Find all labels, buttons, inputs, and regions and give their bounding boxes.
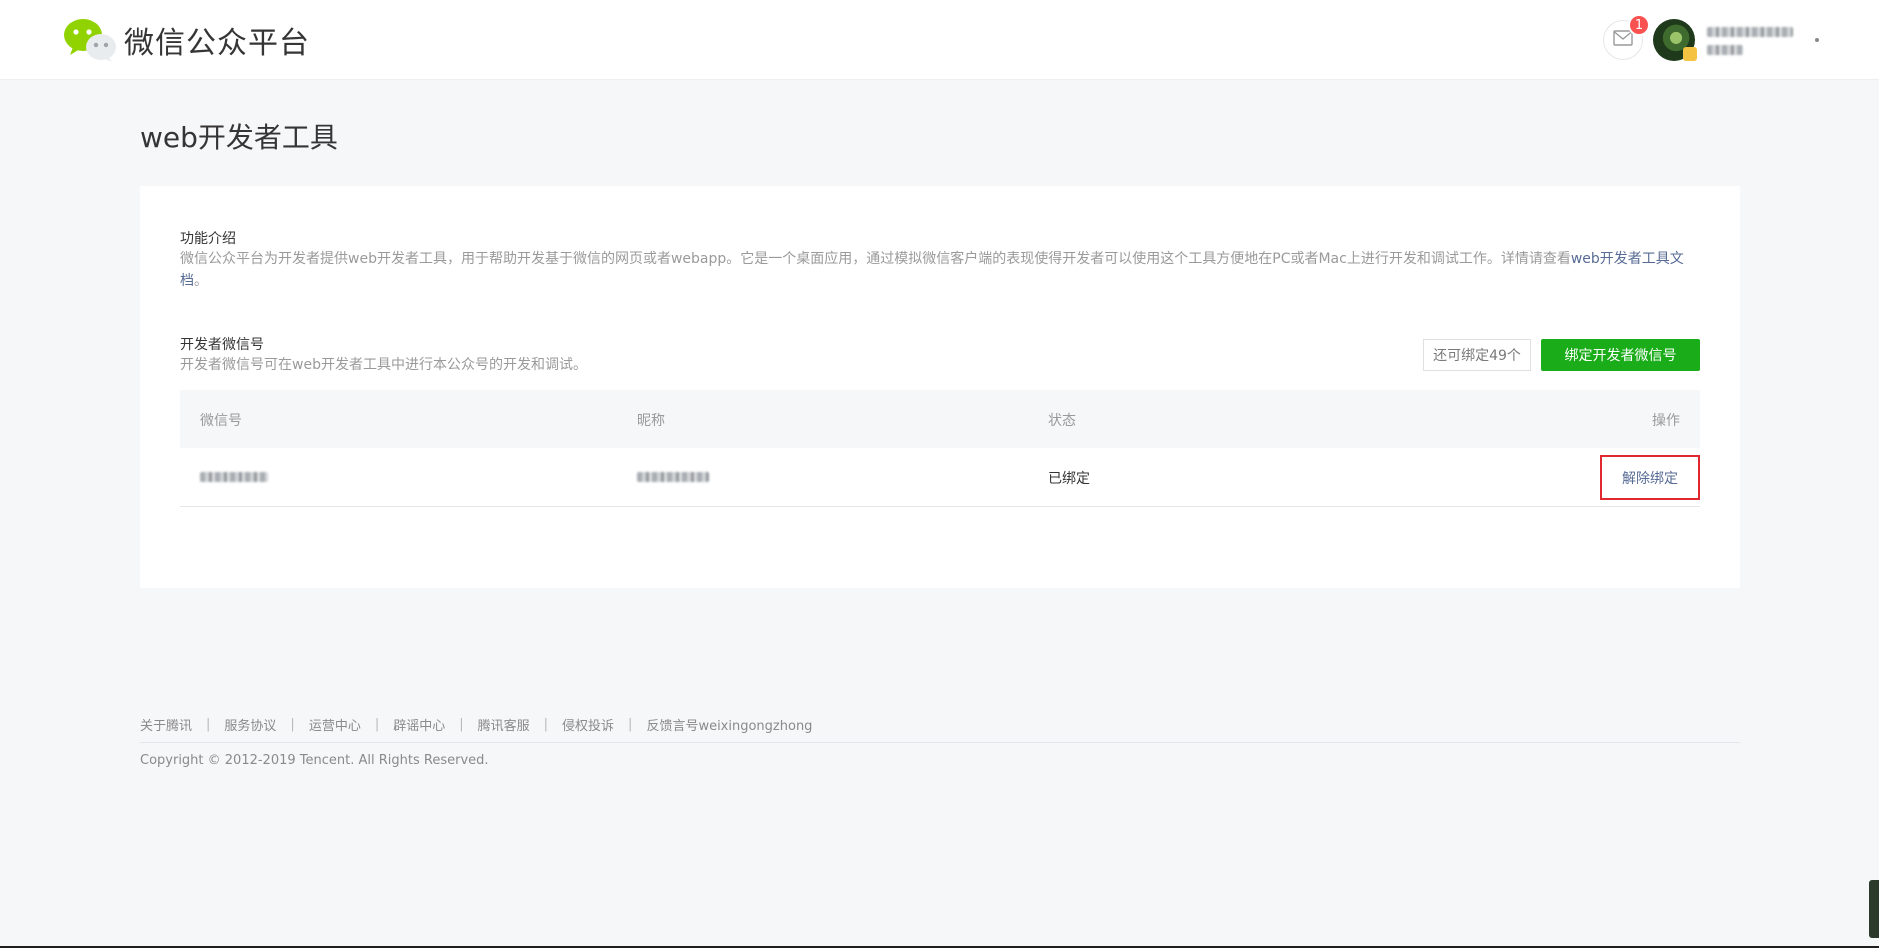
footer-links: 关于腾讯 | 服务协议 | 运营中心 | 辟谣中心 | 腾讯客服 | 侵权投诉 …	[140, 715, 812, 734]
intro-desc: 微信公众平台为开发者提供web开发者工具，用于帮助开发基于微信的网页或者weba…	[180, 248, 1700, 292]
remaining-count: 还可绑定49个	[1423, 339, 1531, 371]
column-header-status: 状态	[1048, 413, 1076, 429]
developer-desc: 开发者微信号可在web开发者工具中进行本公众号的开发和调试。	[180, 357, 587, 373]
top-header: 微信公众平台 1	[0, 0, 1879, 80]
footer-separator: |	[290, 717, 295, 732]
table-row: 已绑定 解除绑定	[180, 448, 1700, 507]
footer-divider	[140, 742, 1740, 743]
mail-icon	[1613, 30, 1633, 50]
message-button[interactable]: 1	[1603, 14, 1650, 60]
footer-link-infringement[interactable]: 侵权投诉	[562, 715, 614, 734]
chevron-down-icon	[1815, 38, 1819, 42]
column-header-action: 操作	[1652, 413, 1680, 429]
intro-title: 功能介绍	[180, 231, 236, 247]
account-sub-blurred	[1707, 45, 1743, 55]
footer-link-rumor-center[interactable]: 辟谣中心	[393, 715, 445, 734]
column-header-nickname: 昵称	[637, 413, 665, 429]
status-text: 已绑定	[1048, 471, 1090, 487]
page-title: web开发者工具	[140, 121, 338, 154]
message-badge: 1	[1628, 14, 1650, 36]
wechat-id-blurred	[200, 472, 268, 482]
logo[interactable]: 微信公众平台	[63, 18, 310, 62]
main-panel: 功能介绍 微信公众平台为开发者提供web开发者工具，用于帮助开发基于微信的网页或…	[140, 186, 1740, 588]
footer-separator: |	[206, 717, 211, 732]
footer-separator: |	[543, 717, 549, 732]
footer-separator: |	[374, 717, 380, 732]
footer-separator: |	[459, 717, 464, 732]
footer-link-ops-center[interactable]: 运营中心	[309, 715, 361, 734]
footer-link-agreement[interactable]: 服务协议	[224, 715, 276, 734]
copyright: Copyright © 2012-2019 Tencent. All Right…	[140, 753, 489, 768]
nickname-blurred	[637, 472, 709, 482]
footer-link-about[interactable]: 关于腾讯	[140, 715, 192, 734]
footer-link-support[interactable]: 腾讯客服	[478, 715, 530, 734]
unbind-button[interactable]: 解除绑定	[1600, 455, 1700, 500]
account-name-blurred	[1707, 27, 1793, 37]
developer-title: 开发者微信号	[180, 337, 264, 353]
avatar[interactable]	[1653, 19, 1697, 61]
header-right: 1	[1603, 14, 1819, 64]
intro-desc-text: 微信公众平台为开发者提供web开发者工具，用于帮助开发基于微信的网页或者weba…	[180, 251, 1571, 267]
footer-link-feedback[interactable]: 反馈言号weixingongzhong	[646, 715, 812, 734]
column-header-wechat-id: 微信号	[200, 413, 242, 429]
wechat-logo-icon	[63, 18, 117, 62]
intro-desc-tail: 。	[194, 273, 208, 289]
account-menu[interactable]	[1707, 20, 1819, 60]
side-widget[interactable]	[1869, 880, 1879, 938]
logo-text: 微信公众平台	[124, 26, 310, 61]
footer-separator: |	[628, 717, 633, 732]
table-header: 微信号 昵称 状态 操作	[180, 390, 1700, 448]
bind-developer-button[interactable]: 绑定开发者微信号	[1541, 339, 1700, 371]
